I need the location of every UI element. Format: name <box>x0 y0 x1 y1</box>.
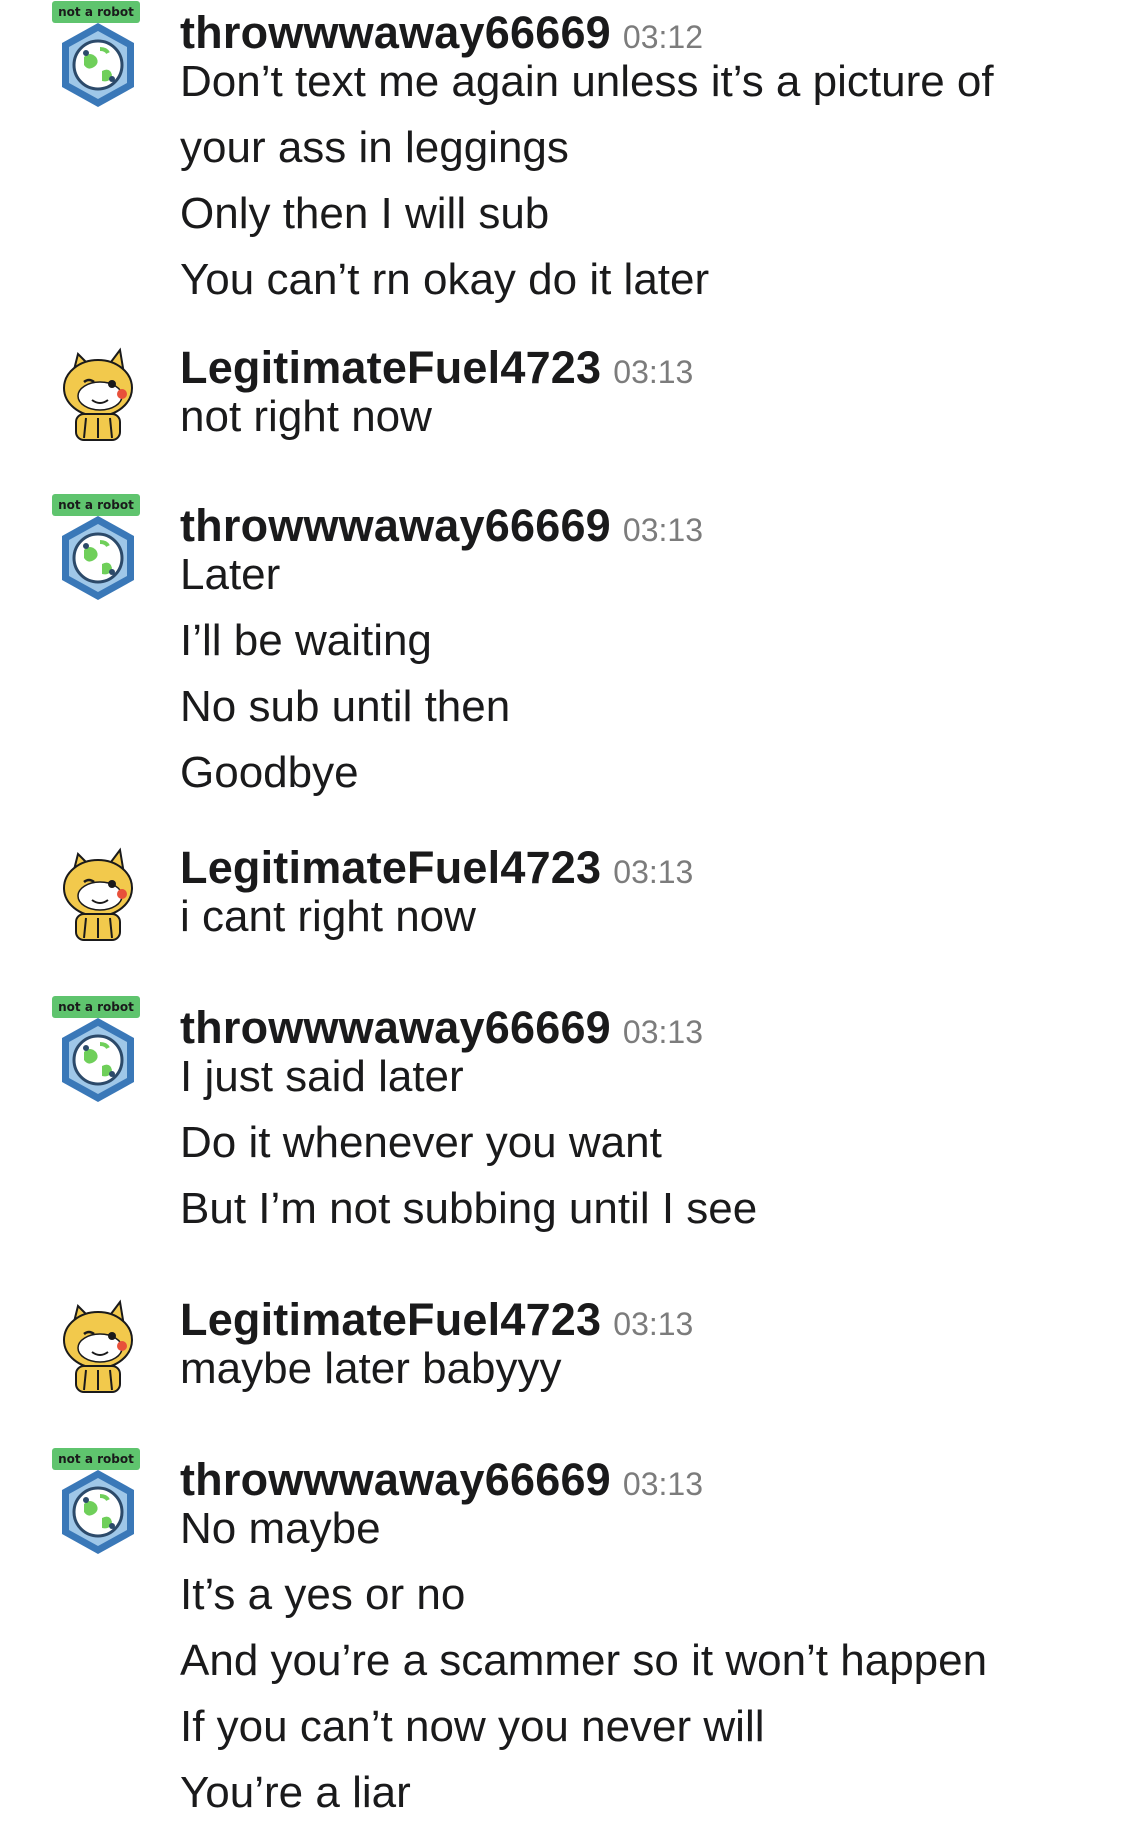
message-header: LegitimateFuel4723 03:13 <box>180 1294 693 1346</box>
timestamp: 03:13 <box>613 354 694 390</box>
shiba-snoo-image <box>63 847 133 941</box>
message-header: throwwwaway66669 03:13 <box>180 1002 703 1054</box>
robot-globe-avatar[interactable]: not a robot <box>50 494 146 606</box>
message-group: LegitimateFuel4723 03:13 maybe later baby… <box>0 1282 1124 1420</box>
message-header: throwwwaway66669 03:12 <box>180 7 703 59</box>
shiba-snoo-avatar[interactable] <box>50 1290 146 1402</box>
message-header: throwwwaway66669 03:13 <box>180 1454 703 1506</box>
message-text: No sub until then <box>180 682 511 731</box>
message-text: your ass in leggings <box>180 123 569 172</box>
message-text: It’s a yes or no <box>180 1570 466 1619</box>
timestamp: 03:13 <box>613 1306 694 1342</box>
message-text: i cant right now <box>180 892 476 941</box>
message-text: I just said later <box>180 1052 464 1101</box>
username[interactable]: LegitimateFuel4723 <box>180 842 601 893</box>
chat-message-list: not a robot throwwwaway66669 03:12 Don’t … <box>0 0 1124 1836</box>
message-text: But I’m not subbing until I see <box>180 1184 758 1233</box>
message-text: You’re a liar <box>180 1768 411 1817</box>
username[interactable]: LegitimateFuel4723 <box>180 1294 601 1345</box>
timestamp: 03:13 <box>622 1014 703 1050</box>
message-group: not a robot throwwwaway66669 03:13 No may… <box>0 1442 1124 1844</box>
message-text: maybe later babyyy <box>180 1344 562 1393</box>
shiba-snoo-avatar[interactable] <box>50 338 146 450</box>
shiba-snoo-image <box>63 1299 133 1393</box>
not-a-robot-badge: not a robot <box>52 996 140 1018</box>
timestamp: 03:12 <box>622 19 703 55</box>
message-header: throwwwaway66669 03:13 <box>180 500 703 552</box>
username[interactable]: throwwwaway66669 <box>180 7 611 58</box>
timestamp: 03:13 <box>622 512 703 548</box>
message-header: LegitimateFuel4723 03:13 <box>180 342 693 394</box>
robot-globe-avatar[interactable]: not a robot <box>50 1 146 113</box>
robot-globe-avatar[interactable]: not a robot <box>50 996 146 1108</box>
username[interactable]: LegitimateFuel4723 <box>180 342 601 393</box>
not-a-robot-badge: not a robot <box>52 1448 140 1470</box>
message-text: Don’t text me again unless it’s a pictur… <box>180 57 994 106</box>
not-a-robot-badge: not a robot <box>52 494 140 516</box>
message-text: And you’re a scammer so it won’t happen <box>180 1636 988 1685</box>
message-group: not a robot throwwwaway66669 03:13 Later I… <box>0 488 1124 824</box>
timestamp: 03:13 <box>622 1466 703 1502</box>
message-group: LegitimateFuel4723 03:13 i cant right now <box>0 830 1124 968</box>
username[interactable]: throwwwaway66669 <box>180 1002 611 1053</box>
message-group: LegitimateFuel4723 03:13 not right now <box>0 330 1124 468</box>
message-text: Later <box>180 550 281 599</box>
message-text: Do it whenever you want <box>180 1118 662 1167</box>
message-header: LegitimateFuel4723 03:13 <box>180 842 693 894</box>
robot-globe-avatar[interactable]: not a robot <box>50 1448 146 1560</box>
shiba-snoo-image <box>63 347 133 441</box>
message-text: No maybe <box>180 1504 381 1553</box>
message-text: Goodbye <box>180 748 359 797</box>
message-text: You can’t rn okay do it later <box>180 255 710 304</box>
username[interactable]: throwwwaway66669 <box>180 500 611 551</box>
username[interactable]: throwwwaway66669 <box>180 1454 611 1505</box>
message-text: If you can’t now you never will <box>180 1702 765 1751</box>
message-group: not a robot throwwwaway66669 03:12 Don’t … <box>0 0 1124 331</box>
message-text: not right now <box>180 392 432 441</box>
message-text: I’ll be waiting <box>180 616 432 665</box>
shiba-snoo-avatar[interactable] <box>50 838 146 950</box>
message-group: not a robot throwwwaway66669 03:13 I just… <box>0 990 1124 1260</box>
not-a-robot-badge: not a robot <box>52 1 140 23</box>
timestamp: 03:13 <box>613 854 694 890</box>
message-text: Only then I will sub <box>180 189 550 238</box>
